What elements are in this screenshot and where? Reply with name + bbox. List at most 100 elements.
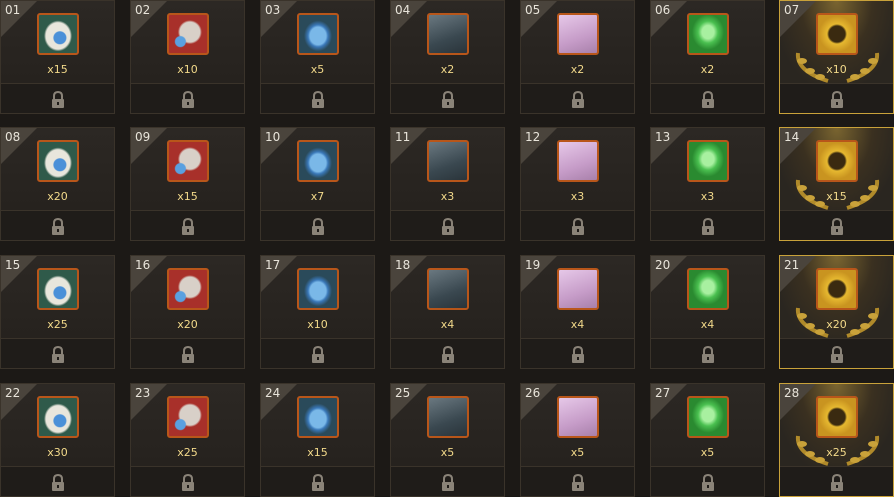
item-quantity: x2	[570, 63, 585, 76]
reward-slot[interactable]: 14 x15	[779, 127, 894, 241]
gold-chest-icon	[815, 140, 858, 182]
gold-chest-icon	[815, 13, 858, 55]
slot-top: 17 x10	[261, 256, 374, 338]
slot-lock-bar	[131, 210, 244, 240]
lock-icon	[830, 91, 843, 108]
reward-slot[interactable]: 23 x25	[130, 383, 245, 497]
slot-top: 02 x10	[131, 1, 244, 83]
slot-top: 03 x5	[261, 1, 374, 83]
item-quantity: x20	[177, 318, 198, 331]
lock-icon	[701, 218, 714, 235]
reward-slot[interactable]: 02 x10	[130, 0, 245, 114]
item-quantity: x3	[570, 190, 585, 203]
item-quantity: x25	[826, 446, 847, 459]
reward-slot[interactable]: 24 x15	[260, 383, 375, 497]
slot-number: 26	[525, 386, 541, 400]
lock-icon	[51, 474, 64, 491]
reward-slot[interactable]: 04 x2	[390, 0, 505, 114]
lock-icon	[571, 474, 584, 491]
lock-icon	[181, 346, 194, 363]
green-book-icon	[686, 13, 729, 55]
item-quantity: x3	[440, 190, 455, 203]
blue-stone-icon	[296, 396, 339, 438]
reward-slot[interactable]: 03 x5	[260, 0, 375, 114]
blue-stone-icon	[296, 13, 339, 55]
reward-slot[interactable]: 06 x2	[650, 0, 765, 114]
item-quantity: x2	[440, 63, 455, 76]
slot-number: 21	[784, 258, 800, 272]
reward-slot[interactable]: 12 x3	[520, 127, 635, 241]
red-stone-icon	[166, 13, 209, 55]
reward-slot[interactable]: 26 x5	[520, 383, 635, 497]
slot-number: 04	[395, 3, 411, 17]
slot-number: 07	[784, 3, 800, 17]
slot-top: 21 x20	[780, 256, 893, 338]
reward-slot[interactable]: 01 x15	[0, 0, 115, 114]
reward-slot[interactable]: 20 x4	[650, 255, 765, 369]
lock-icon	[571, 346, 584, 363]
reward-slot[interactable]: 18 x4	[390, 255, 505, 369]
reward-slot[interactable]: 08 x20	[0, 127, 115, 241]
slot-lock-bar	[521, 210, 634, 240]
lock-icon	[571, 91, 584, 108]
lock-icon	[441, 91, 454, 108]
slot-number: 28	[784, 386, 800, 400]
lock-icon	[701, 346, 714, 363]
item-quantity: x4	[570, 318, 585, 331]
slot-top: 27 x5	[651, 384, 764, 466]
reward-slot[interactable]: 13 x3	[650, 127, 765, 241]
slot-lock-bar	[1, 83, 114, 113]
slot-lock-bar	[1, 338, 114, 368]
slot-number: 24	[265, 386, 281, 400]
pink-scroll-icon	[556, 13, 599, 55]
item-quantity: x4	[700, 318, 715, 331]
item-quantity: x20	[47, 190, 68, 203]
reward-slot[interactable]: 16 x20	[130, 255, 245, 369]
gold-chest-icon	[815, 268, 858, 310]
lock-icon	[441, 474, 454, 491]
slot-lock-bar	[780, 338, 893, 368]
slot-top: 19 x4	[521, 256, 634, 338]
gold-chest-icon	[815, 396, 858, 438]
reward-slot[interactable]: 21 x20	[779, 255, 894, 369]
item-quantity: x25	[177, 446, 198, 459]
reward-slot[interactable]: 27 x5	[650, 383, 765, 497]
slot-number: 16	[135, 258, 151, 272]
lock-icon	[311, 218, 324, 235]
item-quantity: x5	[310, 63, 325, 76]
slot-top: 07 x10	[780, 1, 893, 83]
item-quantity: x15	[47, 63, 68, 76]
lock-icon	[181, 218, 194, 235]
reward-slot[interactable]: 07 x10	[779, 0, 894, 114]
reward-slot[interactable]: 17 x10	[260, 255, 375, 369]
dark-scroll-icon	[426, 396, 469, 438]
reward-slot[interactable]: 22 x30	[0, 383, 115, 497]
dark-scroll-icon	[426, 140, 469, 182]
red-stone-icon	[166, 268, 209, 310]
slot-number: 09	[135, 130, 151, 144]
slot-lock-bar	[521, 466, 634, 496]
slot-top: 25 x5	[391, 384, 504, 466]
lock-icon	[311, 346, 324, 363]
reward-slot[interactable]: 19 x4	[520, 255, 635, 369]
slot-lock-bar	[391, 83, 504, 113]
reward-slot[interactable]: 05 x2	[520, 0, 635, 114]
reward-slot[interactable]: 09 x15	[130, 127, 245, 241]
slot-top: 12 x3	[521, 128, 634, 210]
slot-top: 08 x20	[1, 128, 114, 210]
slot-top: 05 x2	[521, 1, 634, 83]
item-quantity: x20	[826, 318, 847, 331]
slot-number: 06	[655, 3, 671, 17]
lock-icon	[701, 91, 714, 108]
slot-lock-bar	[131, 466, 244, 496]
lock-icon	[181, 474, 194, 491]
reward-grid: 01 x15 02 x10 03 x5 04 x2 05 x2 06 x2 07 x10 08 x20 09 x1…	[0, 0, 894, 497]
slot-top: 04 x2	[391, 1, 504, 83]
reward-slot[interactable]: 10 x7	[260, 127, 375, 241]
item-quantity: x15	[177, 190, 198, 203]
reward-slot[interactable]: 25 x5	[390, 383, 505, 497]
reward-slot[interactable]: 15 x25	[0, 255, 115, 369]
lock-icon	[51, 91, 64, 108]
reward-slot[interactable]: 28 x25	[779, 383, 894, 497]
reward-slot[interactable]: 11 x3	[390, 127, 505, 241]
